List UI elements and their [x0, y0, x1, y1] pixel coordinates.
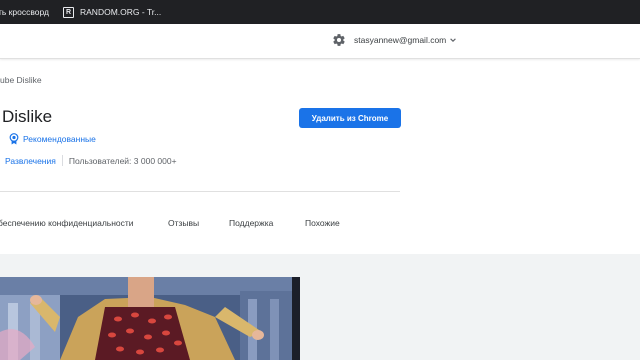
section-divider: [0, 191, 400, 192]
tab-related[interactable]: Похожие: [305, 218, 340, 228]
extension-meta: Развлечения Пользователей: 3 000 000+: [5, 155, 177, 166]
featured-badge[interactable]: Рекомендованные: [9, 133, 96, 145]
extension-screenshot[interactable]: [0, 277, 300, 360]
category-link[interactable]: Развлечения: [5, 156, 56, 166]
store-header: stasyannew@gmail.com: [0, 24, 640, 59]
tab-reviews[interactable]: Отзывы: [168, 218, 199, 228]
bookmarks-bar: ть кроссворд R RANDOM.ORG - Tr...: [0, 0, 640, 24]
bookmark-label: RANDOM.ORG - Tr...: [80, 7, 162, 17]
users-count: Пользователей: 3 000 000+: [68, 155, 177, 166]
remove-from-chrome-button[interactable]: Удалить из Chrome: [299, 108, 401, 128]
chevron-down-icon: [450, 38, 457, 42]
meta-divider: [61, 155, 63, 166]
gear-icon[interactable]: [332, 33, 346, 47]
account-email: stasyannew@gmail.com: [354, 35, 447, 45]
featured-badge-icon: [9, 133, 19, 145]
tab-privacy[interactable]: беспечению конфиденциальности: [0, 218, 134, 228]
extension-title: Dislike: [2, 107, 53, 126]
bookmark-random-org[interactable]: R RANDOM.ORG - Tr...: [63, 6, 162, 18]
screenshot-image: [0, 277, 300, 360]
featured-label: Рекомендованные: [23, 134, 96, 144]
account-menu[interactable]: stasyannew@gmail.com: [354, 35, 457, 45]
bookmark-crossword[interactable]: ть кроссворд: [0, 7, 49, 17]
bookmark-label: ть кроссворд: [0, 7, 49, 17]
breadcrumb[interactable]: ube Dislike: [0, 75, 42, 85]
random-org-favicon-icon: R: [63, 6, 74, 18]
tab-support[interactable]: Поддержка: [229, 218, 273, 228]
